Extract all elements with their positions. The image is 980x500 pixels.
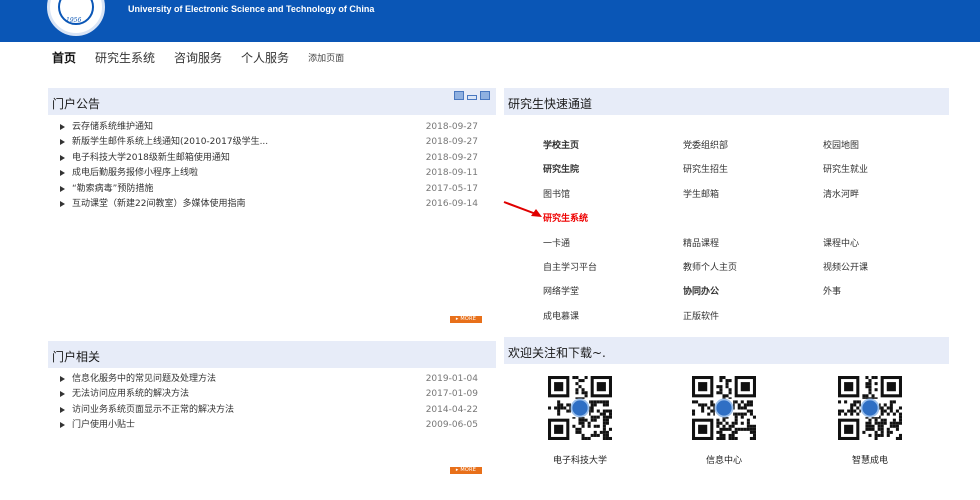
related-more-button[interactable]: ▸ MORE [450, 467, 482, 474]
quick-link[interactable]: 学校主页 [543, 136, 683, 160]
quick-access-grid: 学校主页 党委组织部 校园地图研究生院 研究生招生 研究生就业图书馆 学生邮箱 清水河畔研究… [543, 136, 943, 331]
quick-link[interactable]: 一卡通 [543, 234, 683, 258]
maximize-icon[interactable] [480, 91, 490, 100]
announcements-list: 云存储系统维护通知 2018-09-27 新版学生邮件系统上线通知(2010-20… [58, 120, 478, 212]
related-list: 信息化服务中的常见问题及处理方法 2019-01-04 无法访问应用系统的解决方法… [58, 372, 478, 434]
nav-graduate-system[interactable]: 研究生系统 [95, 49, 155, 66]
quick-link[interactable]: 成电慕课 [543, 307, 683, 331]
quick-link[interactable]: 教师个人主页 [683, 258, 823, 282]
qrcode-label: 智慧成电 [851, 456, 888, 466]
list-item[interactable]: 成电后勤服务报修小程序上线啦 2018-09-11 [58, 166, 478, 181]
main-nav: 首页 研究生系统 咨询服务 个人服务 添加页面 [52, 47, 363, 67]
quick-link[interactable]: 清水河畔 [823, 185, 943, 209]
list-item[interactable]: 云存储系统维护通知 2018-09-27 [58, 120, 478, 135]
bullet-icon [60, 200, 65, 207]
bullet-icon [60, 154, 65, 161]
quick-link[interactable]: 自主学习平台 [543, 258, 683, 282]
minimize-icon[interactable] [467, 95, 477, 100]
quick-link[interactable]: 精品课程 [683, 234, 823, 258]
quick-link[interactable]: 协同办公 [683, 282, 823, 306]
quick-link[interactable]: 课程中心 [823, 234, 943, 258]
quick-link[interactable]: 研究生就业 [823, 160, 943, 184]
quick-link [683, 209, 823, 233]
announcements-header: 门户公告 [48, 88, 496, 115]
quick-link[interactable]: 研究生院 [543, 160, 683, 184]
bullet-icon [60, 376, 65, 382]
list-item[interactable]: 信息化服务中的常见问题及处理方法 2019-01-04 [58, 372, 478, 387]
bullet-icon [60, 139, 65, 146]
quick-link[interactable]: 研究生系统 [543, 209, 683, 233]
quick-link [823, 209, 943, 233]
qrcode-uestc-icon[interactable] [548, 376, 612, 440]
follow-header: 欢迎关注和下载~. [504, 337, 949, 364]
quick-link[interactable]: 正版软件 [683, 307, 823, 331]
qrcode-label: 信息中心 [705, 456, 742, 466]
university-name-en: University of Electronic Science and Tec… [128, 4, 375, 14]
list-item[interactable]: 访问业务系统页面显示不正常的解决方法 2014-04-22 [58, 403, 478, 418]
quick-link[interactable]: 学生邮箱 [683, 185, 823, 209]
top-banner: 1956 University of Electronic Science an… [0, 0, 980, 42]
quick-link[interactable]: 图书馆 [543, 185, 683, 209]
bullet-icon [60, 170, 65, 177]
related-header: 门户相关 [48, 341, 496, 368]
qrcode-smart-uestc-icon[interactable] [838, 376, 902, 440]
follow-title: 欢迎关注和下载~. [508, 346, 606, 360]
expand-icon[interactable] [454, 91, 464, 100]
announcements-title: 门户公告 [52, 97, 101, 111]
panel-tools [451, 91, 490, 100]
quick-link[interactable]: 校园地图 [823, 136, 943, 160]
list-item[interactable]: 无法访问应用系统的解决方法 2017-01-09 [58, 387, 478, 402]
quick-link[interactable]: 党委组织部 [683, 136, 823, 160]
list-item[interactable]: 互动课堂（新建22间教室）多媒体使用指南 2016-09-14 [58, 197, 478, 212]
quick-access-header: 研究生快速通道 [504, 88, 949, 115]
nav-personal[interactable]: 个人服务 [241, 49, 289, 66]
bullet-icon [60, 124, 65, 130]
quick-link[interactable]: 外事 [823, 282, 943, 306]
nav-consulting[interactable]: 咨询服务 [174, 49, 222, 66]
annotation-arrow-icon [503, 201, 542, 217]
bullet-icon [60, 422, 65, 429]
qrcode-info-center-icon[interactable] [692, 376, 756, 440]
bullet-icon [60, 406, 65, 413]
list-item[interactable]: “勒索病毒”预防措施 2017-05-17 [58, 182, 478, 197]
bullet-icon [60, 185, 65, 192]
list-item[interactable]: 门户使用小贴士 2009-06-05 [58, 418, 478, 433]
nav-home[interactable]: 首页 [52, 49, 76, 66]
qrcode-label: 电子科技大学 [552, 456, 607, 466]
quick-link[interactable]: 研究生招生 [683, 160, 823, 184]
university-logo[interactable]: 1956 [47, 0, 105, 36]
related-title: 门户相关 [52, 350, 101, 364]
announcements-more-button[interactable]: ▸ MORE [450, 316, 482, 323]
quick-link[interactable]: 网络学堂 [543, 282, 683, 306]
list-item[interactable]: 新版学生邮件系统上线通知(2010-2017级学生... 2018-09-27 [58, 135, 478, 150]
nav-add-page[interactable]: 添加页面 [308, 51, 344, 64]
quick-access-title: 研究生快速通道 [508, 97, 593, 111]
bullet-icon [60, 391, 65, 398]
logo-year: 1956 [66, 17, 82, 24]
quick-link[interactable]: 视频公开课 [823, 258, 943, 282]
list-item[interactable]: 电子科技大学2018级新生邮箱使用通知 2018-09-27 [58, 151, 478, 166]
